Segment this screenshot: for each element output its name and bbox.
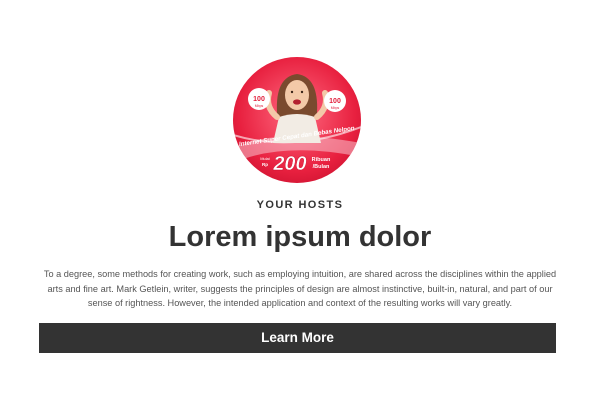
promo-price: 200	[272, 153, 306, 175]
section-description: To a degree, some methods for creating w…	[43, 269, 557, 308]
speed-badge-right: 100 Mbps	[324, 90, 346, 112]
price-start-label: Mulai	[260, 156, 270, 161]
svg-text:100: 100	[253, 96, 265, 103]
svg-text:100: 100	[329, 98, 341, 105]
svg-text:Mbps: Mbps	[331, 106, 340, 110]
host-avatar: 100 Mbps 100 Mbps Internet Super Cepat d…	[233, 57, 361, 183]
section-heading: Lorem ipsum dolor	[168, 221, 432, 253]
svg-text:Mbps: Mbps	[255, 104, 264, 108]
section-eyebrow: YOUR HOSTS	[256, 199, 344, 211]
learn-more-button[interactable]: Learn More	[39, 323, 556, 353]
price-suffix-2: /Bulan	[313, 164, 330, 170]
price-prefix: Rp	[262, 162, 268, 167]
speed-badge-left: 100 Mbps	[248, 88, 270, 110]
price-suffix-1: Ribuan	[312, 157, 331, 163]
promo-image: 100 Mbps 100 Mbps Internet Super Cepat d…	[233, 57, 361, 183]
